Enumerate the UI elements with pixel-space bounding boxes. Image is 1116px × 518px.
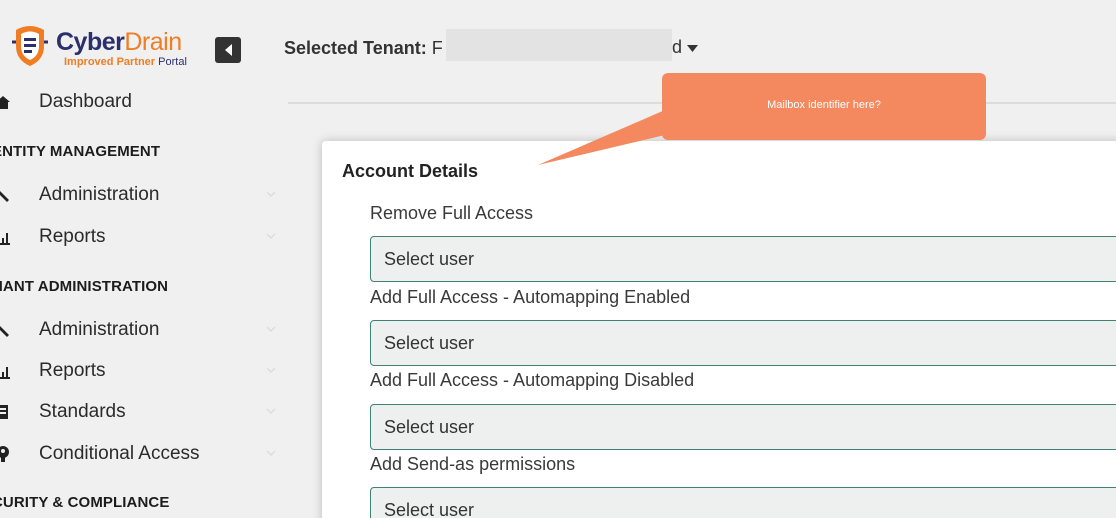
sidebar-item-label: Reports — [39, 226, 106, 247]
caret-down-icon — [687, 44, 699, 52]
section-heading-security: CURITY & COMPLIANCE — [0, 494, 170, 511]
select-placeholder: Select user — [384, 249, 475, 269]
card-title: Account Details — [342, 161, 479, 181]
chevron-down-icon — [266, 408, 276, 414]
tenant-value-end: d — [672, 37, 683, 57]
tenant-redaction-mask — [446, 29, 672, 61]
select-placeholder: Select user — [384, 333, 475, 353]
tenant-selector[interactable]: Selected Tenant: F — [284, 38, 443, 59]
home-icon — [0, 96, 10, 109]
add-send-as-permissions-select[interactable]: Select user — [370, 487, 1116, 518]
sidebar-item-label: Administration — [39, 184, 160, 205]
sidebar-collapse-button[interactable] — [215, 37, 241, 63]
annotation-callout: Mailbox identifier here? — [662, 73, 986, 140]
sidebar-item-identity-reports[interactable]: Reports — [0, 221, 288, 255]
cyberdrain-logo-icon — [12, 26, 48, 66]
key-icon — [0, 446, 9, 462]
remove-full-access-select[interactable]: Select user — [370, 236, 1116, 282]
sidebar-item-tenant-reports[interactable]: Reports — [0, 355, 288, 389]
caret-left-icon — [225, 44, 232, 56]
sidebar-item-label: Conditional Access — [39, 443, 200, 464]
section-heading-tenant: NANT ADMINISTRATION — [0, 278, 169, 295]
chevron-down-icon — [266, 450, 276, 456]
sidebar-item-label: Reports — [39, 360, 106, 381]
select-placeholder: Select user — [384, 500, 475, 518]
chart-icon — [0, 367, 10, 379]
book-icon — [0, 405, 8, 419]
sidebar-item-tenant-administration[interactable]: Administration — [0, 314, 288, 348]
sidebar: CyberDrain Improved Partner Portal Dashb… — [0, 0, 288, 518]
tenant-label: Selected Tenant: — [284, 38, 427, 58]
section-heading-identity: ENTITY MANAGEMENT — [0, 143, 161, 160]
brand-subtitle: Improved Partner Portal — [64, 56, 187, 68]
chart-icon — [0, 233, 10, 245]
sidebar-item-identity-administration[interactable]: Administration — [0, 179, 288, 213]
sidebar-item-dashboard[interactable]: Dashboard — [0, 86, 288, 120]
brand-name: CyberDrain — [56, 28, 182, 56]
account-details-card: Account Details Remove Full Access Selec… — [322, 141, 1116, 518]
tenant-value: F — [431, 38, 443, 58]
sidebar-item-standards[interactable]: Standards — [0, 396, 288, 430]
sidebar-item-label: Administration — [39, 319, 160, 340]
chevron-down-icon — [266, 233, 276, 239]
add-send-as-permissions-label: Add Send-as permissions — [370, 454, 576, 474]
sidebar-item-conditional-access[interactable]: Conditional Access — [0, 438, 288, 472]
add-full-access-automapping-disabled-select[interactable]: Select user — [370, 404, 1116, 450]
add-full-access-automapping-enabled-select[interactable]: Select user — [370, 320, 1116, 366]
add-full-access-automapping-enabled-label: Add Full Access - Automapping Enabled — [370, 287, 691, 307]
add-full-access-automapping-disabled-label: Add Full Access - Automapping Disabled — [370, 370, 695, 390]
tenant-dropdown[interactable]: d — [672, 37, 699, 58]
sidebar-item-label: Standards — [39, 401, 126, 422]
chevron-down-icon — [266, 191, 276, 197]
remove-full-access-label: Remove Full Access — [370, 203, 534, 223]
sidebar-item-label: Dashboard — [39, 91, 132, 112]
wrench-icon — [0, 191, 9, 202]
chevron-down-icon — [266, 367, 276, 373]
chevron-down-icon — [266, 326, 276, 332]
wrench-icon — [0, 326, 9, 337]
select-placeholder: Select user — [384, 417, 475, 437]
brand-logo-area[interactable]: CyberDrain Improved Partner Portal — [10, 22, 210, 74]
callout-pointer — [538, 110, 665, 165]
callout-text: Mailbox identifier here? — [767, 99, 881, 111]
